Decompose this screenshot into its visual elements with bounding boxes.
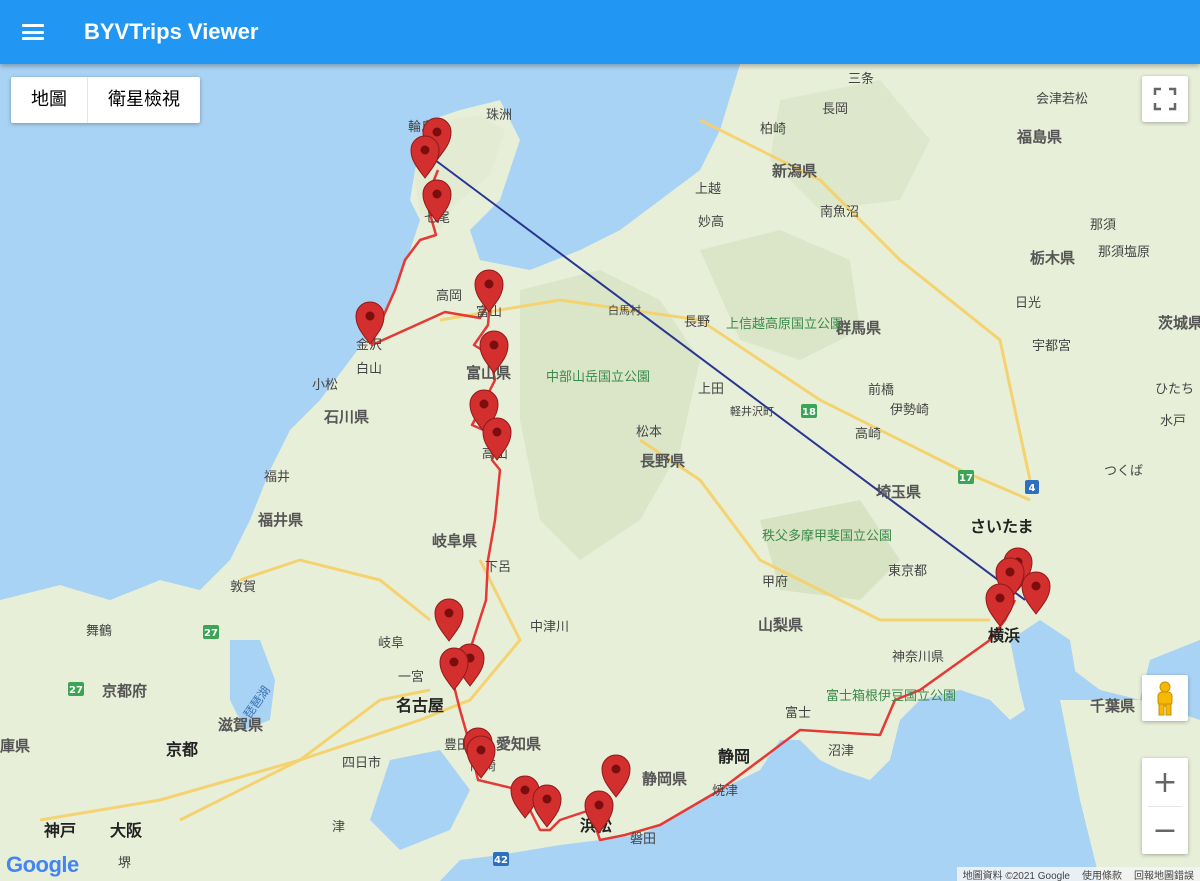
map-label: 日光: [1015, 296, 1041, 311]
map-label: 京都: [166, 740, 198, 759]
app-title: BYVTrips Viewer: [84, 19, 259, 44]
map-label: 福島県: [1016, 128, 1062, 146]
map-label: 会津若松: [1036, 91, 1088, 107]
map-label: 一宮: [398, 669, 424, 685]
map-label: 甲府: [762, 575, 788, 590]
map-label: 秩父多摩甲斐国立公園: [762, 528, 892, 544]
map-label: 珠洲: [486, 108, 512, 123]
map-svg[interactable]: 18 17 4 27 27 42 三条 長岡 柏崎 新潟県 上越 妙高 南魚沼 …: [0, 64, 1200, 881]
map-label: 上信越高原国立公園: [726, 316, 843, 332]
map-label: 津: [332, 820, 345, 835]
map-label: 柏崎: [760, 122, 786, 137]
map-label: 中津川: [530, 620, 569, 635]
map-label: 栃木県: [1030, 249, 1075, 267]
map-label: 上田: [698, 382, 724, 397]
map-label: 伊勢崎: [890, 403, 929, 418]
terms-link[interactable]: 使用條款: [1076, 867, 1128, 881]
map-attribution: 地圖資料 ©2021 Google 使用條款 回報地圖錯誤: [956, 867, 1200, 881]
map-label: 横浜: [988, 626, 1020, 645]
map-label: 静岡県: [642, 770, 687, 788]
map-label: 京都府: [102, 682, 147, 700]
map-label: 庫県: [0, 737, 30, 755]
map-label: 山梨県: [758, 616, 803, 634]
map-label: 中部山岳国立公園: [546, 370, 650, 385]
map-label: 大阪: [110, 821, 143, 840]
map-label: 富山県: [466, 364, 511, 382]
road-shield: 27: [69, 685, 83, 696]
map-label: つくば: [1104, 464, 1143, 479]
road-shield: 4: [1029, 483, 1036, 494]
map-label: 舞鶴: [86, 623, 112, 639]
map-label: 水戸: [1160, 414, 1186, 429]
pegman-icon: [1157, 681, 1173, 716]
road-shield: 27: [204, 628, 218, 639]
map-label: 焼津: [712, 784, 738, 799]
map-label: 那須塩原: [1098, 245, 1150, 260]
map-label: 長岡: [822, 102, 848, 117]
zoom-in-button[interactable]: +: [1142, 758, 1188, 806]
fullscreen-button[interactable]: [1142, 76, 1188, 122]
road-shield: 18: [802, 407, 816, 418]
map-label: 上越: [695, 182, 721, 197]
map-label: 軽井沢町: [730, 404, 774, 418]
map-label: 福井: [264, 470, 290, 485]
map-label: 岐阜県: [432, 532, 477, 550]
google-logo[interactable]: Google: [6, 852, 79, 878]
map-label: 高崎: [855, 426, 881, 442]
zoom-control: + −: [1142, 758, 1188, 854]
map-type-control: 地圖 衛星檢視: [11, 77, 200, 123]
map-label: 小松: [312, 378, 338, 393]
map-label: 長野: [684, 315, 710, 330]
map-label: 下呂: [485, 560, 511, 575]
map-label: 岐阜: [378, 635, 404, 651]
zoom-out-button[interactable]: −: [1142, 806, 1188, 854]
map-label: 愛知県: [496, 735, 541, 753]
map-label: 南魚沼: [820, 204, 859, 220]
map-label: 那須: [1090, 218, 1116, 233]
road-shield: 17: [959, 473, 973, 484]
map-label: 東京都: [888, 563, 927, 579]
map-label: 埼玉県: [876, 483, 921, 501]
menu-icon[interactable]: [22, 24, 44, 40]
map-label: 高岡: [436, 288, 462, 304]
map-label: 宇都宮: [1032, 338, 1071, 354]
attribution-data[interactable]: 地圖資料 ©2021 Google: [957, 867, 1076, 881]
map-label: 石川県: [323, 408, 369, 426]
app-bar: BYVTrips Viewer: [0, 0, 1200, 64]
street-view-button[interactable]: [1142, 675, 1188, 721]
map-label: 磐田: [630, 832, 656, 847]
fullscreen-icon: [1153, 87, 1177, 111]
map-label: 新潟県: [772, 162, 817, 180]
map-label: 堺: [118, 856, 131, 871]
map-label: 神戸: [44, 821, 76, 840]
map-label: 白山: [356, 361, 382, 377]
map-label: 名古屋: [396, 696, 444, 715]
google-logo-text: Google: [6, 852, 79, 877]
map-type-map-button[interactable]: 地圖: [11, 77, 88, 123]
map-label: ひたち: [1155, 382, 1194, 397]
map-label: 松本: [636, 425, 662, 440]
map-label: さいたま: [970, 517, 1034, 536]
map-label: 前橋: [868, 382, 894, 398]
road-shield: 42: [494, 855, 508, 866]
map-label: 千葉県: [1090, 697, 1135, 715]
map-label: 静岡: [718, 747, 750, 766]
map-label: 長野県: [640, 452, 685, 470]
map-label: 富士: [785, 705, 811, 721]
map-label: 三条: [848, 71, 874, 87]
map-type-satellite-button[interactable]: 衛星檢視: [88, 77, 200, 123]
map-label: 富士箱根伊豆国立公園: [826, 688, 956, 704]
map-label: 白馬村: [608, 303, 641, 317]
map-label: 妙高: [698, 214, 724, 230]
map-label: 四日市: [342, 755, 381, 771]
map-label: 福井県: [257, 511, 303, 529]
report-error-link[interactable]: 回報地圖錯誤: [1128, 867, 1200, 881]
map-label: 敦賀: [230, 579, 256, 595]
map-label: 沼津: [828, 744, 854, 759]
map-label: 滋賀県: [218, 716, 263, 734]
map-label: 茨城県: [1158, 314, 1200, 332]
map-label: 神奈川県: [892, 650, 944, 665]
map-canvas[interactable]: 18 17 4 27 27 42 三条 長岡 柏崎 新潟県 上越 妙高 南魚沼 …: [0, 64, 1200, 881]
